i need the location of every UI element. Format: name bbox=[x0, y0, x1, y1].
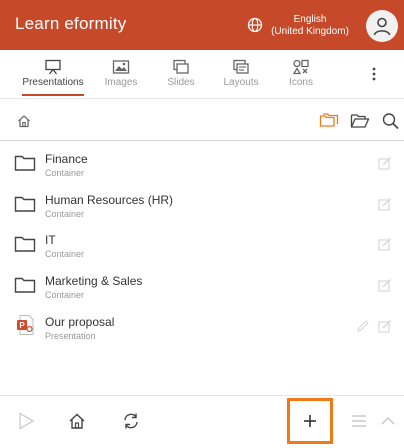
play-icon[interactable] bbox=[16, 411, 36, 431]
tab-presentations[interactable]: Presentations bbox=[18, 50, 88, 98]
user-icon bbox=[373, 17, 391, 36]
menu-icon[interactable] bbox=[349, 411, 369, 431]
folder-icon bbox=[14, 236, 36, 252]
folder-multiple-icon[interactable] bbox=[319, 112, 339, 130]
item-name: Finance bbox=[45, 152, 88, 166]
language-selector[interactable]: English (United Kingdom) bbox=[266, 14, 354, 38]
item-type: Container bbox=[45, 290, 85, 300]
app-header: Learn eformity English (United Kingdom) bbox=[0, 0, 404, 50]
item-type: Presentation bbox=[45, 331, 96, 341]
tab-bar: Presentations Images Slides Layouts Icon… bbox=[0, 50, 404, 99]
folder-icon bbox=[14, 277, 36, 293]
search-icon[interactable] bbox=[381, 112, 401, 130]
list-item[interactable]: P Our proposal Presentation bbox=[0, 309, 404, 349]
presentation-icon bbox=[45, 59, 61, 75]
edit-icon[interactable] bbox=[378, 197, 392, 211]
edit-icon[interactable] bbox=[378, 237, 392, 251]
layouts-icon bbox=[233, 59, 249, 74]
list-item[interactable]: Marketing & Sales Container bbox=[0, 268, 404, 308]
bottom-bar bbox=[0, 395, 404, 448]
edit-icon[interactable] bbox=[378, 319, 392, 333]
user-avatar[interactable] bbox=[366, 10, 398, 42]
tab-icons[interactable]: Icons bbox=[266, 50, 336, 98]
edit-icon[interactable] bbox=[378, 278, 392, 292]
tab-label: Icons bbox=[289, 77, 313, 88]
item-type: Container bbox=[45, 168, 85, 178]
app-title: Learn eformity bbox=[15, 14, 127, 33]
pencil-icon[interactable] bbox=[356, 319, 370, 333]
home-icon[interactable] bbox=[16, 113, 32, 129]
home-icon[interactable] bbox=[67, 411, 87, 431]
plus-icon bbox=[304, 415, 316, 427]
tab-label: Layouts bbox=[223, 77, 259, 88]
list-item[interactable]: Human Resources (HR) Container bbox=[0, 187, 404, 227]
more-options-icon[interactable] bbox=[366, 64, 382, 84]
svg-text:P: P bbox=[19, 321, 25, 330]
item-name: IT bbox=[45, 233, 56, 247]
folder-icon bbox=[14, 155, 36, 171]
tab-label: Presentations bbox=[22, 77, 84, 88]
item-name: Our proposal bbox=[45, 315, 115, 329]
powerpoint-icon: P bbox=[17, 315, 34, 335]
list-item[interactable]: Finance Container bbox=[0, 146, 404, 186]
globe-icon[interactable] bbox=[247, 17, 263, 33]
tab-label: Images bbox=[104, 77, 138, 88]
item-type: Container bbox=[45, 249, 85, 259]
refresh-icon[interactable] bbox=[121, 411, 141, 431]
navigation-toolbar bbox=[0, 100, 404, 141]
add-button[interactable] bbox=[287, 398, 333, 444]
language-region: (United Kingdom) bbox=[271, 26, 349, 37]
item-type: Container bbox=[45, 209, 85, 219]
active-tab-indicator bbox=[22, 94, 84, 96]
open-folder-icon[interactable] bbox=[350, 112, 370, 130]
slides-icon bbox=[173, 59, 189, 74]
chevron-up-icon[interactable] bbox=[378, 411, 398, 431]
item-name: Human Resources (HR) bbox=[45, 193, 174, 207]
folder-icon bbox=[14, 196, 36, 212]
image-icon bbox=[112, 60, 130, 74]
icons-icon bbox=[292, 59, 309, 75]
edit-icon[interactable] bbox=[378, 156, 392, 170]
item-name: Marketing & Sales bbox=[45, 274, 143, 288]
tab-label: Slides bbox=[167, 77, 195, 88]
list-item[interactable]: IT Container bbox=[0, 227, 404, 267]
language-name: English bbox=[293, 14, 327, 25]
